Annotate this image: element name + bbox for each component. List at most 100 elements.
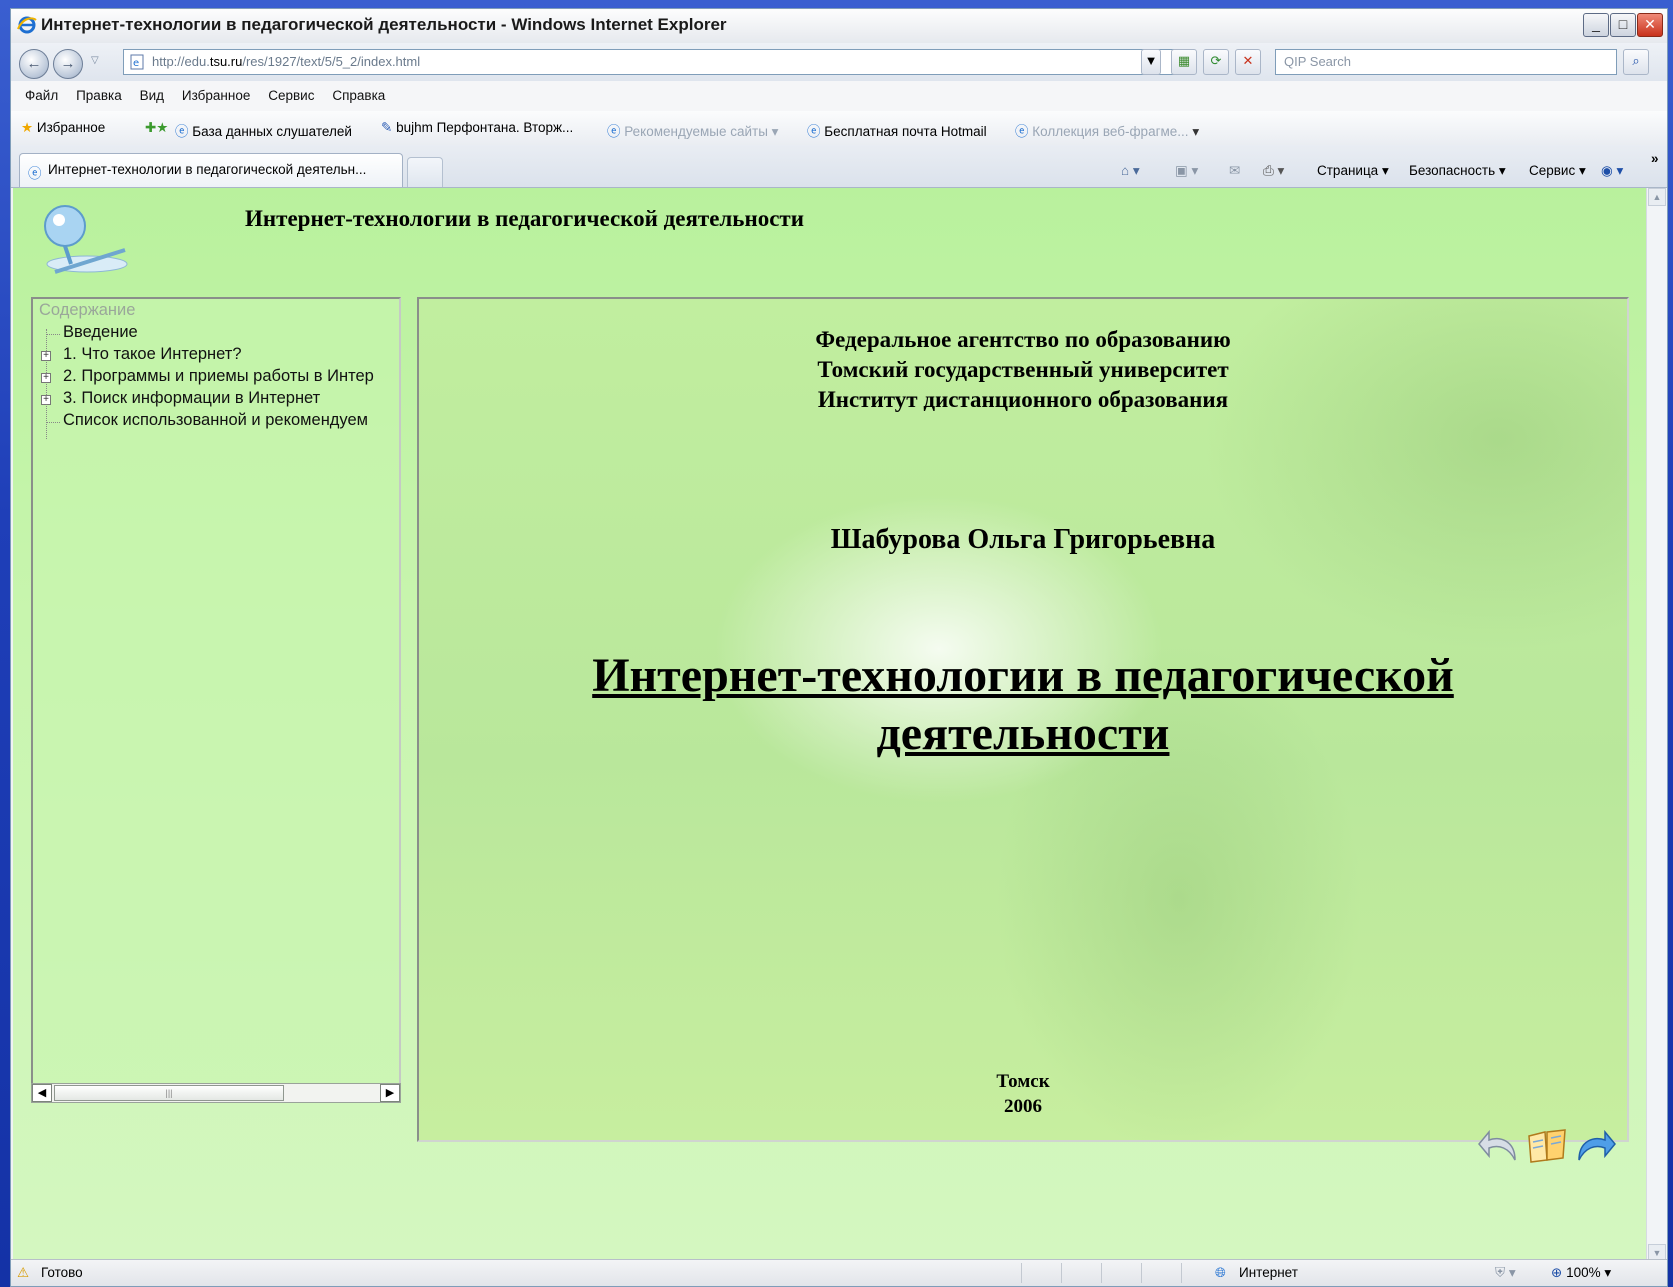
title-bar: Интернет-технологии в педагогической дея… (11, 9, 1667, 44)
ie-page-icon: ⓔ (607, 124, 621, 139)
print-icon[interactable]: ⎙ ▾ (1263, 163, 1284, 179)
page-icon: e (129, 54, 145, 73)
expand-icon[interactable]: + (41, 373, 51, 383)
home-icon[interactable]: ⌂ ▾ (1121, 163, 1140, 179)
window-title: Интернет-технологии в педагогической дея… (41, 15, 727, 34)
favorite-item-webslices[interactable]: ⓔ Коллекция веб-фрагме... ▾ (1015, 120, 1199, 140)
favorite-item-hotmail[interactable]: ⓔ Бесплатная почта Hotmail (807, 120, 987, 140)
favorite-item-suggested[interactable]: ⓔ Рекомендуемые сайты ▾ (607, 120, 778, 140)
warning-icon: ⚠ (17, 1265, 30, 1280)
menu-file[interactable]: Файл (25, 88, 58, 103)
address-toolbar: ← → ▽ e http://edu.tsu.ru/res/1927/text/… (11, 43, 1667, 82)
document-panel: Федеральное агентство по образованию Том… (417, 297, 1629, 1142)
svg-text:e: e (133, 58, 139, 69)
org-line-3: Институт дистанционного образования (817, 387, 1229, 412)
tab-row: ⓔ Интернет-технологии в педагогической д… (11, 145, 1667, 188)
org-line-2: Томский государственный университет (817, 357, 1229, 382)
tab-label: Интернет-технологии в педагогической дея… (48, 162, 367, 177)
toc-panel: Содержание Введение + 1. Что такое Интер… (31, 297, 401, 1097)
close-button[interactable]: ✕ (1637, 13, 1663, 37)
minimize-button[interactable]: _ (1583, 13, 1609, 37)
back-button[interactable]: ← (19, 49, 49, 79)
tree-line (46, 422, 60, 423)
scroll-up-button[interactable]: ▲ (1648, 188, 1666, 206)
favorite-item-db[interactable]: ⓔ База данных слушателей (175, 120, 352, 140)
ie-tab-icon: ⓔ (28, 166, 42, 181)
city: Томск (996, 1071, 1050, 1092)
forward-button[interactable]: → (53, 49, 83, 79)
search-input[interactable]: QIP Search (1275, 49, 1617, 75)
ie-page-icon: ⓔ (1015, 124, 1029, 139)
globe-icon: 🌐︎ (1215, 1265, 1226, 1280)
toc-horizontal-scrollbar[interactable]: ◀ ||| ▶ (31, 1083, 401, 1103)
scroll-thumb[interactable]: ||| (54, 1085, 284, 1101)
org-line-1: Федеральное агентство по образованию (815, 327, 1231, 352)
add-favorite-icon[interactable]: ✚★ (145, 120, 168, 136)
toc-header: Содержание (39, 301, 136, 319)
contents-book-icon[interactable] (1525, 1126, 1569, 1169)
expand-icon[interactable]: + (41, 395, 51, 405)
doc-title-line-2: деятельности (876, 707, 1170, 760)
site-logo-icon (35, 202, 131, 283)
feeds-icon[interactable]: ▣ ▾ (1175, 163, 1198, 179)
year: 2006 (1004, 1096, 1042, 1117)
address-dropdown-button[interactable]: ▼ (1141, 49, 1161, 75)
browser-window: Интернет-технологии в педагогической дея… (10, 8, 1668, 1287)
scroll-left-button[interactable]: ◀ (32, 1084, 52, 1102)
forward-arrow-icon[interactable] (1573, 1126, 1617, 1169)
tree-line (46, 334, 60, 335)
menu-favorites[interactable]: Избранное (182, 88, 250, 103)
stop-icon[interactable]: ✕ (1235, 49, 1261, 75)
zoom-control[interactable]: ⊕ 100% ▾ (1551, 1265, 1611, 1281)
zone-text: Интернет (1239, 1265, 1298, 1280)
scroll-right-button[interactable]: ▶ (380, 1084, 400, 1102)
status-separator (1181, 1263, 1182, 1283)
back-arrow-icon[interactable] (1477, 1126, 1521, 1169)
protected-mode-icon[interactable]: ⛨ ▾ (1495, 1265, 1516, 1281)
safety-menu[interactable]: Безопасность ▾ (1409, 163, 1506, 179)
menu-edit[interactable]: Правка (76, 88, 122, 103)
search-placeholder: QIP Search (1284, 54, 1351, 69)
tab-active[interactable]: ⓔ Интернет-технологии в педагогической д… (19, 153, 403, 187)
ie-page-icon: ⓔ (807, 124, 821, 139)
toc-item-references[interactable]: Список использованной и рекомендуем (63, 411, 368, 430)
maximize-button[interactable]: □ (1610, 13, 1636, 37)
favorite-item-perfontana[interactable]: ✎ bujhm Перфонтана. Вторж... (381, 120, 573, 136)
status-separator (1021, 1263, 1022, 1283)
site-title: Интернет-технологии в педагогической дея… (245, 206, 804, 231)
menu-bar: Файл Правка Вид Избранное Сервис Справка (11, 81, 1667, 112)
status-text: Готово (41, 1265, 83, 1280)
tools-menu[interactable]: Сервис ▾ (1529, 163, 1586, 179)
zoom-icon: ⊕ (1551, 1265, 1563, 1280)
history-dropdown-icon[interactable]: ▽ (91, 55, 99, 66)
status-separator (1141, 1263, 1142, 1283)
favorites-button[interactable]: ★ Избранное (21, 120, 105, 136)
page-content: Интернет-технологии в педагогической дея… (13, 188, 1647, 1262)
menu-help[interactable]: Справка (332, 88, 385, 103)
star-icon: ★ (21, 120, 34, 135)
search-icon[interactable]: ⌕ (1623, 49, 1649, 75)
compatibility-icon[interactable]: ▦ (1171, 49, 1197, 75)
author-name: Шабурова Ольга Григорьевна (830, 524, 1216, 555)
doc-title-line-1: Интернет-технологии в педагогической (592, 649, 1454, 702)
ie-page-icon: ⓔ (175, 124, 189, 139)
toc-item-intro[interactable]: Введение (63, 323, 138, 342)
menu-view[interactable]: Вид (140, 88, 164, 103)
help-icon[interactable]: ◉ ▾ (1601, 163, 1623, 179)
link-icon: ✎ (381, 120, 393, 135)
ie-logo-icon (17, 15, 37, 38)
page-vertical-scrollbar[interactable]: ▲ ▼ (1646, 188, 1667, 1262)
toc-item-what-is-internet[interactable]: 1. Что такое Интернет? (63, 345, 242, 364)
new-tab-button[interactable] (407, 157, 443, 187)
refresh-icon[interactable]: ⟳ (1203, 49, 1229, 75)
mail-icon[interactable]: ✉ (1229, 163, 1240, 179)
page-menu[interactable]: Страница ▾ (1317, 163, 1389, 179)
menu-tools[interactable]: Сервис (268, 88, 314, 103)
toc-item-programs[interactable]: 2. Программы и приемы работы в Интер (63, 367, 374, 386)
toolbar-overflow-icon[interactable]: » (1651, 151, 1659, 166)
url-text: http://edu.tsu.ru/res/1927/text/5/5_2/in… (152, 54, 421, 69)
toc-item-search[interactable]: 3. Поиск информации в Интернет (63, 389, 320, 408)
expand-icon[interactable]: + (41, 351, 51, 361)
status-bar: ⚠ Готово 🌐︎ Интернет ⛨ ▾ ⊕ 100% ▾ (11, 1259, 1667, 1286)
address-bar[interactable]: e http://edu.tsu.ru/res/1927/text/5/5_2/… (123, 49, 1177, 75)
